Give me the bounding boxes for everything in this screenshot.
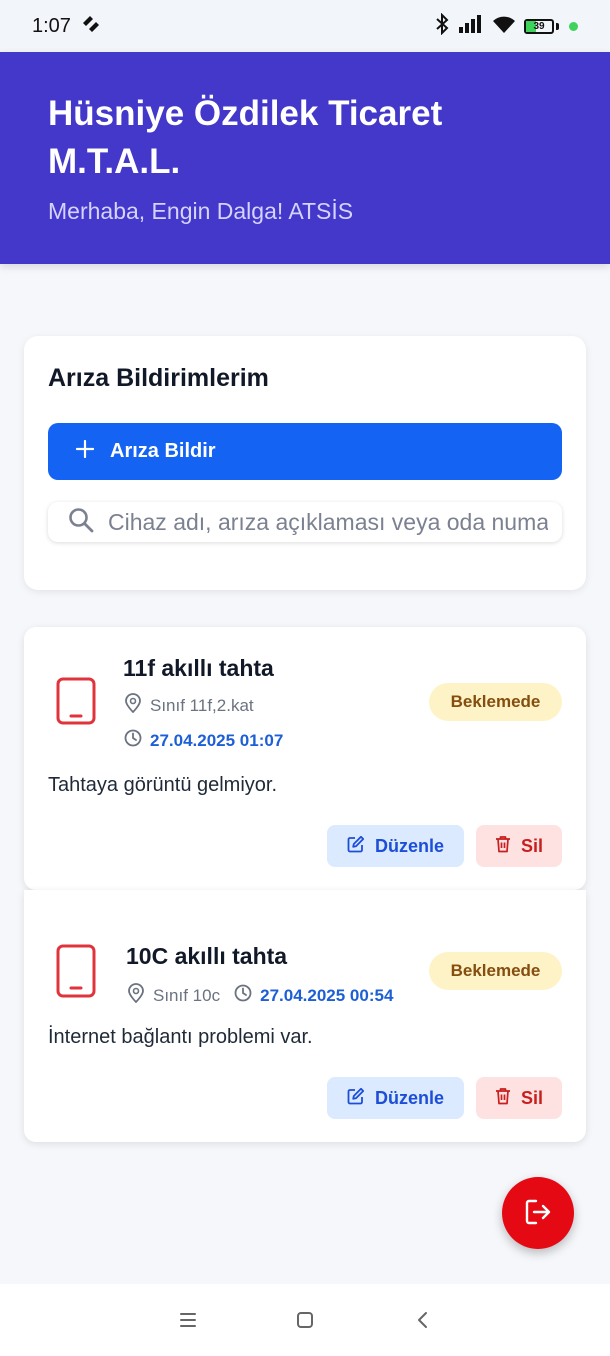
edit-icon xyxy=(347,835,365,858)
square-icon xyxy=(296,1312,313,1328)
date-row: 27.04.2025 01:07 xyxy=(124,729,283,752)
notification-icon xyxy=(81,14,101,38)
trash-icon xyxy=(495,1087,511,1110)
home-button[interactable] xyxy=(285,1300,325,1340)
edit-label: Düzenle xyxy=(374,835,444,856)
search-box[interactable] xyxy=(48,502,562,542)
back-button[interactable] xyxy=(402,1300,442,1340)
panel-title: Arıza Bildirimlerim xyxy=(48,364,269,392)
privacy-indicator xyxy=(569,21,578,31)
delete-button[interactable]: Sil xyxy=(476,1077,562,1119)
location-text: Sınıf 10c xyxy=(153,985,221,1005)
edit-button[interactable]: Düzenle xyxy=(327,1077,464,1119)
logout-icon xyxy=(523,1197,553,1230)
signal-icon xyxy=(458,14,484,39)
delete-label: Sil xyxy=(520,835,543,856)
report-date: 27.04.2025 01:07 xyxy=(150,730,284,750)
clock-icon xyxy=(234,984,252,1007)
status-badge: Beklemede xyxy=(429,683,562,721)
edit-icon xyxy=(347,1087,365,1110)
tablet-icon xyxy=(56,677,96,730)
chevron-left-icon xyxy=(417,1312,427,1328)
edit-button[interactable]: Düzenle xyxy=(327,825,464,867)
battery-tip xyxy=(556,22,559,30)
app-header: Hüsniye Özdilek Ticaret M.T.A.L. Merhaba… xyxy=(0,52,610,264)
recent-apps-button[interactable] xyxy=(168,1300,208,1340)
wifi-icon xyxy=(492,14,516,39)
system-nav-bar xyxy=(0,1284,610,1356)
location-text: Sınıf 11f,2.kat xyxy=(150,695,254,715)
fault-description: İnternet bağlantı problemi var. xyxy=(48,1026,313,1048)
plus-icon xyxy=(75,439,95,464)
fault-card: 10C akıllı tahta Sınıf 10c 27.04.2025 00… xyxy=(24,890,586,1142)
status-bar: 1:07 39 xyxy=(0,0,610,52)
battery-icon: 39 xyxy=(524,18,554,34)
trash-icon xyxy=(495,835,511,858)
delete-button[interactable]: Sil xyxy=(476,825,562,867)
greeting-text: Merhaba, Engin Dalga! ATSİS xyxy=(48,198,354,224)
battery-level: 39 xyxy=(533,20,545,32)
status-time: 1:07 xyxy=(32,14,71,37)
menu-icon xyxy=(180,1313,197,1327)
location-pin-icon xyxy=(127,983,145,1008)
location-pin-icon xyxy=(124,693,142,718)
fault-card: 11f akıllı tahta Sınıf 11f,2.kat 27.04.2… xyxy=(24,627,586,890)
search-icon xyxy=(68,507,94,538)
delete-label: Sil xyxy=(520,1087,543,1108)
search-input[interactable] xyxy=(108,508,548,536)
clock-icon xyxy=(124,729,142,752)
tablet-icon xyxy=(56,944,96,1003)
location-date-row: Sınıf 10c 27.04.2025 00:54 xyxy=(127,983,393,1008)
logout-button[interactable] xyxy=(502,1177,574,1249)
report-date: 27.04.2025 00:54 xyxy=(260,985,394,1005)
device-name: 10C akıllı tahta xyxy=(126,943,288,969)
fault-description: Tahtaya görüntü gelmiyor. xyxy=(48,774,278,796)
status-right: 39 xyxy=(434,12,578,40)
report-fault-button[interactable]: Arıza Bildir xyxy=(48,423,562,480)
status-badge: Beklemede xyxy=(429,952,562,990)
device-name: 11f akıllı tahta xyxy=(123,655,274,681)
bluetooth-icon xyxy=(434,12,450,40)
fault-reports-panel: Arıza Bildirimlerim Arıza Bildir xyxy=(24,336,586,590)
location-row: Sınıf 11f,2.kat xyxy=(124,693,254,718)
school-name: Hüsniye Özdilek Ticaret M.T.A.L. xyxy=(48,94,443,181)
edit-label: Düzenle xyxy=(374,1087,444,1108)
report-fault-label: Arıza Bildir xyxy=(110,440,216,462)
status-left: 1:07 xyxy=(32,14,101,38)
